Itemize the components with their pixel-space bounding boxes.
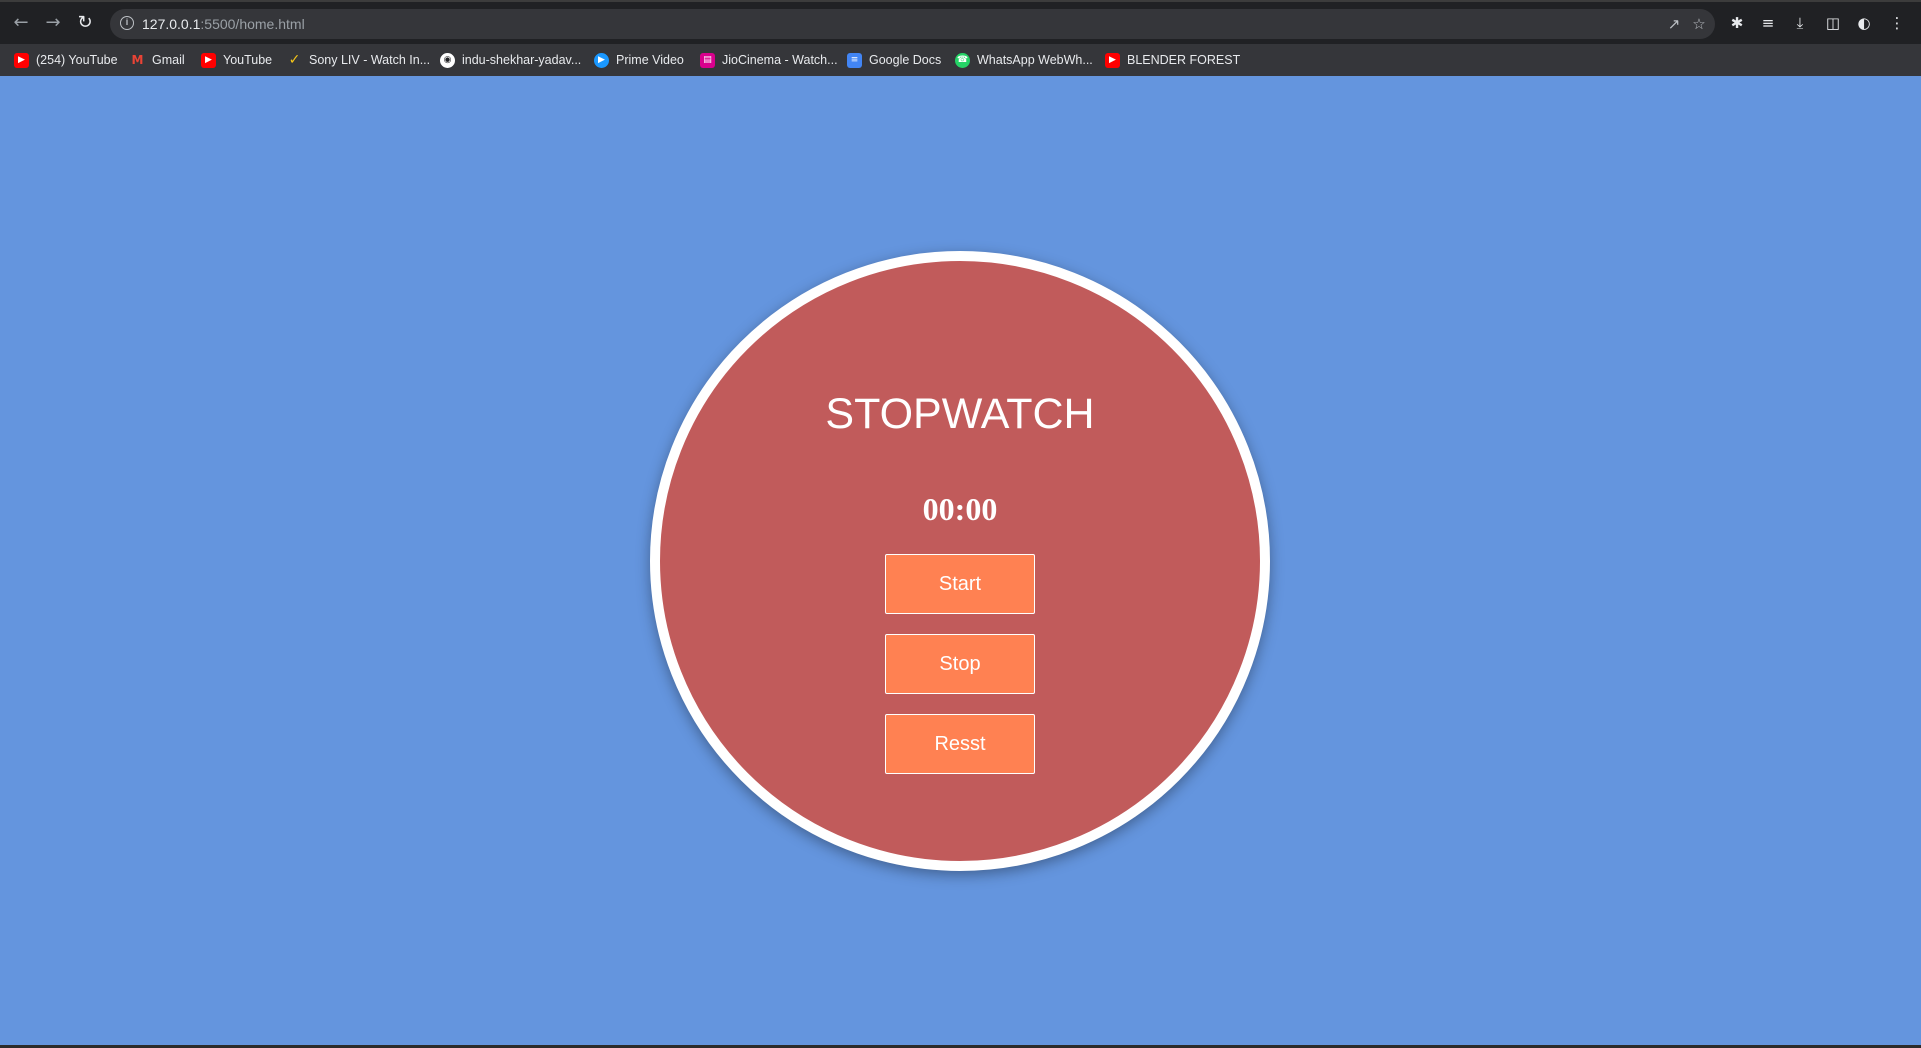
reload-icon[interactable]: ↻ — [74, 12, 96, 34]
menu-kebab-icon[interactable]: ⋮ — [1887, 13, 1907, 33]
address-bar[interactable]: i 127.0.0.1:5500/home.html ↗ ☆ — [110, 9, 1715, 39]
bookmark-label: Gmail — [152, 53, 185, 67]
bookmark-item[interactable]: M Gmail — [130, 50, 185, 70]
bookmark-item[interactable]: ≡ Google Docs — [847, 50, 941, 70]
page-title: STOPWATCH — [825, 390, 1095, 438]
browser-toolbar: ← → ↻ i 127.0.0.1:5500/home.html ↗ ☆ ✱ ≡… — [0, 0, 1921, 44]
bookmark-item[interactable]: ▶ YouTube — [201, 50, 272, 70]
stop-button[interactable]: Stop — [885, 634, 1035, 694]
bookmark-item[interactable]: ☎ WhatsApp WebWh... — [955, 50, 1093, 70]
profile-avatar-icon[interactable]: ◐ — [1854, 13, 1874, 33]
jiocinema-icon: ▤ — [700, 52, 715, 68]
sonyliv-icon: ✓ — [288, 52, 301, 68]
youtube-icon: ▶ — [14, 52, 29, 68]
youtube-icon: ▶ — [1105, 52, 1120, 68]
bookmark-label: Prime Video — [616, 53, 684, 67]
whatsapp-icon: ☎ — [955, 52, 970, 68]
prime-video-icon: ▶ — [594, 52, 609, 68]
bookmark-label: (254) YouTube — [36, 53, 118, 67]
bookmark-label: Sony LIV - Watch In... — [309, 53, 431, 67]
bookmark-label: JioCinema - Watch... — [722, 53, 838, 67]
bookmark-label: BLENDER FOREST — [1127, 53, 1241, 67]
bookmark-item[interactable]: ◉ indu-shekhar-yadav... — [440, 50, 581, 70]
site-info-icon[interactable]: i — [120, 16, 134, 30]
extensions-icon[interactable]: ✱ — [1727, 13, 1747, 33]
bookmark-item[interactable]: ▤ JioCinema - Watch... — [700, 50, 838, 70]
bookmark-label: Google Docs — [869, 53, 942, 67]
share-icon[interactable]: ↗ — [1665, 15, 1683, 33]
url-text[interactable]: 127.0.0.1:5500/home.html — [142, 16, 305, 32]
download-icon[interactable]: ⤓ — [1790, 13, 1810, 33]
reset-button[interactable]: Resst — [885, 714, 1035, 774]
side-panel-icon[interactable]: ◫ — [1823, 13, 1843, 33]
google-docs-icon: ≡ — [847, 52, 862, 68]
bookmark-label: YouTube — [223, 53, 273, 67]
bookmark-star-icon[interactable]: ☆ — [1690, 15, 1708, 33]
gmail-icon: M — [131, 53, 144, 67]
back-icon[interactable]: ← — [10, 12, 32, 34]
bookmark-label: WhatsApp WebWh... — [977, 53, 1093, 67]
start-button[interactable]: Start — [885, 554, 1035, 614]
stopwatch-dial: STOPWATCH 00:00 Start Stop Resst — [650, 251, 1270, 871]
bookmark-label: indu-shekhar-yadav... — [462, 53, 582, 67]
github-icon: ◉ — [440, 52, 455, 68]
forward-icon[interactable]: → — [42, 12, 64, 34]
media-queue-icon[interactable]: ≡ — [1758, 13, 1778, 33]
bookmark-item[interactable]: ▶ Prime Video — [594, 50, 684, 70]
youtube-icon: ▶ — [201, 52, 216, 68]
bookmark-item[interactable]: ✓ Sony LIV - Watch In... — [287, 50, 431, 70]
bookmark-item[interactable]: ▶ (254) YouTube — [14, 50, 118, 70]
time-display: 00:00 — [922, 491, 998, 527]
bookmarks-bar: ▶ (254) YouTube M Gmail ▶ YouTube ✓ Sony… — [0, 44, 1921, 76]
bookmark-item[interactable]: ▶ BLENDER FOREST — [1105, 50, 1240, 70]
